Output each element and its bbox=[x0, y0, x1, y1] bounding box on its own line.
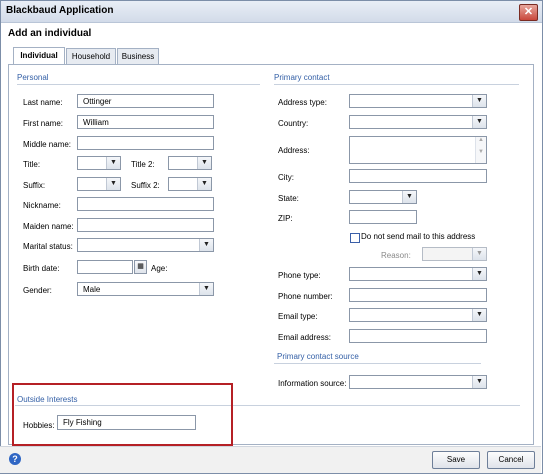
calendar-icon[interactable]: ▦ bbox=[134, 260, 147, 274]
form-heading: Add an individual bbox=[8, 28, 92, 39]
information-source-label: Information source: bbox=[278, 379, 347, 388]
chevron-down-icon[interactable]: ▼ bbox=[197, 157, 211, 169]
window-title: Blackbaud Application bbox=[6, 5, 114, 16]
chevron-down-icon[interactable]: ▼ bbox=[197, 178, 211, 190]
phone-type-label: Phone type: bbox=[278, 271, 321, 280]
address-scrollbar[interactable]: ▲ ▼ bbox=[475, 137, 486, 163]
primary-contact-divider bbox=[274, 84, 519, 85]
birth-date-field[interactable] bbox=[77, 260, 133, 274]
chevron-down-icon[interactable]: ▼ bbox=[199, 239, 213, 251]
tab-household[interactable]: Household bbox=[66, 48, 116, 65]
reason-combo[interactable]: ▼ bbox=[422, 247, 487, 261]
chevron-down-icon[interactable]: ▼ bbox=[472, 268, 486, 280]
chevron-down-icon[interactable]: ▼ bbox=[106, 157, 120, 169]
chevron-down-icon[interactable]: ▼ bbox=[472, 309, 486, 321]
age-label: Age: bbox=[151, 264, 168, 273]
phone-type-combo[interactable]: ▼ bbox=[349, 267, 487, 281]
chevron-down-icon[interactable]: ▼ bbox=[106, 178, 120, 190]
suffix2-combo[interactable]: ▼ bbox=[168, 177, 212, 191]
middle-name-label: Middle name: bbox=[23, 140, 72, 149]
personal-section-title: Personal bbox=[17, 73, 49, 82]
primary-contact-source-divider bbox=[274, 363, 481, 364]
chevron-down-icon[interactable]: ▼ bbox=[402, 191, 416, 203]
chevron-down-icon[interactable]: ▼ bbox=[199, 283, 213, 295]
birth-date-label: Birth date: bbox=[23, 264, 60, 273]
city-field[interactable] bbox=[349, 169, 487, 183]
title-label: Title: bbox=[23, 160, 41, 169]
email-type-combo[interactable]: ▼ bbox=[349, 308, 487, 322]
country-label: Country: bbox=[278, 119, 309, 128]
outside-interests-highlight bbox=[12, 383, 233, 446]
city-label: City: bbox=[278, 173, 294, 182]
last-name-field[interactable]: Ottinger bbox=[77, 94, 214, 108]
chevron-down-icon[interactable]: ▼ bbox=[472, 95, 486, 107]
nickname-label: Nickname: bbox=[23, 201, 61, 210]
state-combo[interactable]: ▼ bbox=[349, 190, 417, 204]
address-label: Address: bbox=[278, 146, 310, 155]
tab-business[interactable]: Business bbox=[117, 48, 159, 65]
suffix-combo[interactable]: ▼ bbox=[77, 177, 121, 191]
primary-contact-source-title: Primary contact source bbox=[277, 352, 359, 361]
reason-label: Reason: bbox=[381, 251, 411, 260]
country-combo[interactable]: ▼ bbox=[349, 115, 487, 129]
no-mail-checkbox[interactable] bbox=[350, 233, 360, 243]
email-type-label: Email type: bbox=[278, 312, 318, 321]
chevron-down-icon[interactable]: ▼ bbox=[472, 248, 486, 260]
suffix2-label: Suffix 2: bbox=[131, 181, 160, 190]
maiden-name-label: Maiden name: bbox=[23, 222, 74, 231]
title2-combo[interactable]: ▼ bbox=[168, 156, 212, 170]
first-name-field[interactable]: William bbox=[77, 115, 214, 129]
close-icon[interactable]: ✕ bbox=[519, 4, 538, 21]
maiden-name-field[interactable] bbox=[77, 218, 214, 232]
help-icon[interactable]: ? bbox=[9, 453, 21, 465]
phone-number-field[interactable] bbox=[349, 288, 487, 302]
email-address-field[interactable] bbox=[349, 329, 487, 343]
first-name-label: First name: bbox=[23, 119, 64, 128]
title-bar[interactable]: Blackbaud Application ✕ bbox=[1, 1, 542, 23]
gender-value: Male bbox=[83, 285, 101, 294]
state-label: State: bbox=[278, 194, 299, 203]
address-type-combo[interactable]: ▼ bbox=[349, 94, 487, 108]
zip-field[interactable] bbox=[349, 210, 417, 224]
personal-section-divider bbox=[17, 84, 260, 85]
chevron-down-icon[interactable]: ▼ bbox=[472, 116, 486, 128]
title-combo[interactable]: ▼ bbox=[77, 156, 121, 170]
information-source-combo[interactable]: ▼ bbox=[349, 375, 487, 389]
save-button[interactable]: Save bbox=[432, 451, 480, 469]
phone-number-label: Phone number: bbox=[278, 292, 333, 301]
nickname-field[interactable] bbox=[77, 197, 214, 211]
no-mail-label: Do not send mail to this address bbox=[361, 232, 476, 241]
zip-label: ZIP: bbox=[278, 214, 293, 223]
cancel-button[interactable]: Cancel bbox=[487, 451, 535, 469]
email-address-label: Email address: bbox=[278, 333, 331, 342]
marital-status-label: Marital status: bbox=[23, 242, 73, 251]
gender-combo[interactable]: Male ▼ bbox=[77, 282, 214, 296]
address-textarea[interactable]: ▲ ▼ bbox=[349, 136, 487, 164]
chevron-down-icon[interactable]: ▼ bbox=[472, 376, 486, 388]
last-name-label: Last name: bbox=[23, 98, 63, 107]
address-type-label: Address type: bbox=[278, 98, 327, 107]
title2-label: Title 2: bbox=[131, 160, 155, 169]
suffix-label: Suffix: bbox=[23, 181, 46, 190]
primary-contact-section-title: Primary contact bbox=[274, 73, 330, 82]
marital-status-combo[interactable]: ▼ bbox=[77, 238, 214, 252]
middle-name-field[interactable] bbox=[77, 136, 214, 150]
gender-label: Gender: bbox=[23, 286, 52, 295]
